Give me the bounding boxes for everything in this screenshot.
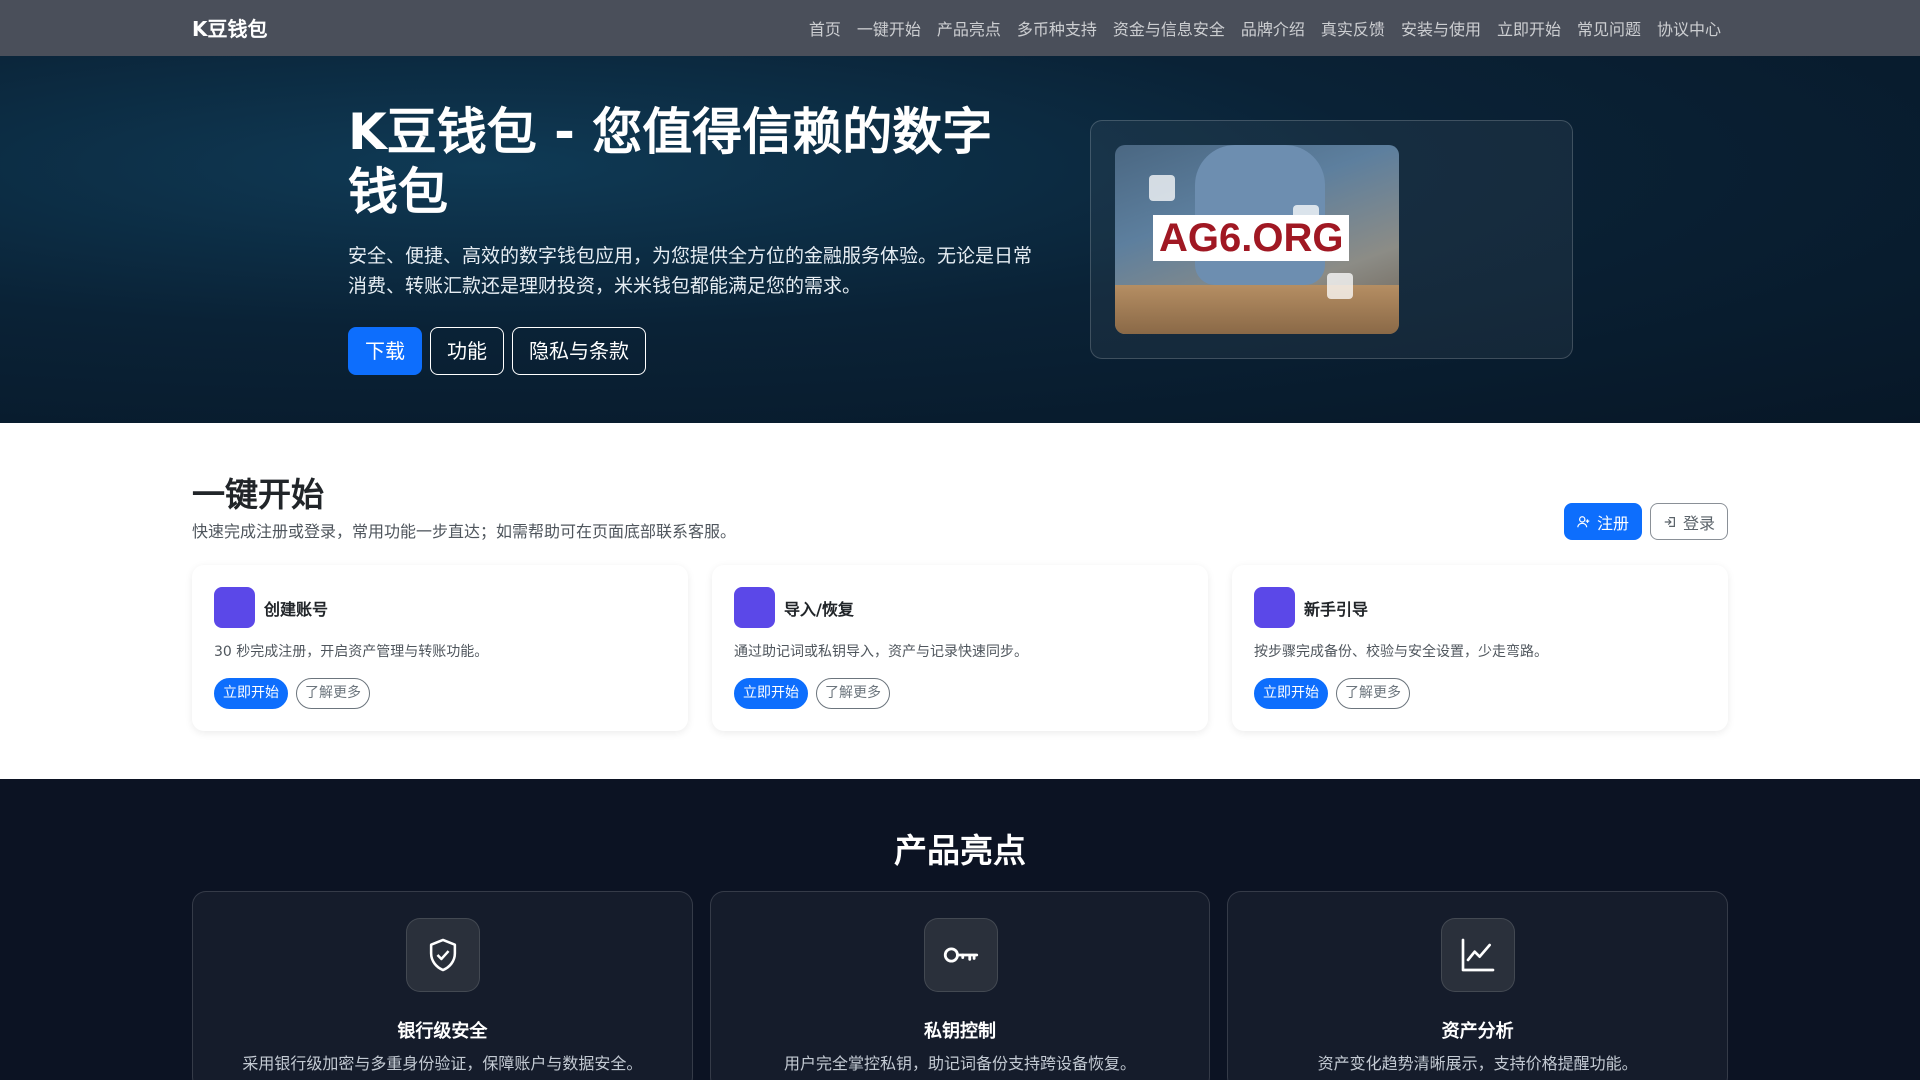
quick-start-section: 一键开始 快速完成注册或登录，常用功能一步直达；如需帮助可在页面底部联系客服。 …: [0, 423, 1920, 779]
card-buttons: 立即开始 了解更多: [734, 678, 890, 709]
hero-image: AG6.ORG: [1115, 145, 1399, 334]
login-icon: [1664, 516, 1675, 527]
start-now-button[interactable]: 立即开始: [734, 678, 808, 709]
nav-link-brand[interactable]: 品牌介绍: [1241, 16, 1305, 40]
nav-link-get-started[interactable]: 立即开始: [1497, 16, 1561, 40]
download-button[interactable]: 下载: [348, 327, 422, 375]
auth-actions: 注册 登录: [1563, 503, 1728, 540]
person-add-icon: [1577, 515, 1590, 527]
privacy-terms-button[interactable]: 隐私与条款: [512, 327, 646, 375]
card-beginner-guide: 新手引导 按步骤完成备份、校验与安全设置，少走弯路。 立即开始 了解更多: [1232, 565, 1728, 731]
card-description: 按步骤完成备份、校验与安全设置，少走弯路。: [1254, 644, 1548, 660]
card-description: 30 秒完成注册，开启资产管理与转账功能。: [214, 644, 489, 660]
hero-subtitle: 安全、便捷、高效的数字钱包应用，为您提供全方位的金融服务体验。无论是日常消费、转…: [348, 245, 1033, 297]
image-watermark: AG6.ORG: [1153, 215, 1350, 261]
highlight-card-private-key: 私钥控制 用户完全掌控私钥，助记词备份支持跨设备恢复。: [709, 891, 1211, 1091]
learn-more-button[interactable]: 了解更多: [816, 678, 890, 709]
card-icon-square: [734, 587, 775, 628]
shield-check-icon: [406, 918, 480, 992]
nav-link-agreements[interactable]: 协议中心: [1657, 16, 1721, 40]
highlights-title: 产品亮点: [894, 831, 1026, 870]
quick-start-subtitle: 快速完成注册或登录，常用功能一步直达；如需帮助可在页面底部联系客服。: [192, 522, 737, 541]
nav-link-faq[interactable]: 常见问题: [1577, 16, 1641, 40]
card-title: 新手引导: [1304, 600, 1369, 619]
learn-more-button[interactable]: 了解更多: [296, 678, 370, 709]
highlight-card-security: 银行级安全 采用银行级加密与多重身份验证，保障账户与数据安全。: [192, 891, 693, 1091]
hero-image-card: AG6.ORG: [1090, 120, 1573, 359]
features-button[interactable]: 功能: [430, 327, 504, 375]
nav-link-security[interactable]: 资金与信息安全: [1113, 16, 1225, 40]
nav-link-multi-currency[interactable]: 多币种支持: [1017, 16, 1097, 40]
card-title: 导入/恢复: [784, 600, 854, 619]
main-nav: 首页 一键开始 产品亮点 多币种支持 资金与信息安全 品牌介绍 真实反馈 安装与…: [809, 0, 1721, 56]
start-now-button[interactable]: 立即开始: [214, 678, 288, 709]
card-import-restore: 导入/恢复 通过助记词或私钥导入，资产与记录快速同步。 立即开始 了解更多: [712, 565, 1208, 731]
hero-buttons: 下载 功能 隐私与条款: [348, 327, 646, 375]
register-button[interactable]: 注册: [1563, 503, 1642, 540]
login-button[interactable]: 登录: [1649, 503, 1728, 540]
highlight-title: 银行级安全: [397, 1021, 488, 1042]
product-highlights-section: 产品亮点 银行级安全 采用银行级加密与多重身份验证，保障账户与数据安全。 私钥控…: [0, 779, 1920, 1091]
highlight-title: 资产分析: [1441, 1021, 1514, 1042]
nav-link-highlights[interactable]: 产品亮点: [937, 16, 1001, 40]
nav-link-install[interactable]: 安装与使用: [1401, 16, 1481, 40]
card-description: 通过助记词或私钥导入，资产与记录快速同步。: [734, 644, 1028, 660]
learn-more-button[interactable]: 了解更多: [1336, 678, 1410, 709]
card-icon-square: [1254, 587, 1295, 628]
top-navbar: K豆钱包 首页 一键开始 产品亮点 多币种支持 资金与信息安全 品牌介绍 真实反…: [0, 0, 1920, 56]
hero-section: K豆钱包 - 您值得信赖的数字钱包 安全、便捷、高效的数字钱包应用，为您提供全方…: [0, 56, 1920, 423]
card-buttons: 立即开始 了解更多: [214, 678, 370, 709]
brand-logo[interactable]: K豆钱包: [192, 13, 268, 42]
hero-title: K豆钱包 - 您值得信赖的数字钱包: [348, 103, 993, 221]
highlight-card-asset-analysis: 资产分析 资产变化趋势清晰展示，支持价格提醒功能。: [1227, 891, 1729, 1091]
highlight-description: 用户完全掌控私钥，助记词备份支持跨设备恢复。: [784, 1054, 1137, 1073]
floating-app-icon: [1327, 273, 1353, 299]
card-icon-square: [214, 587, 255, 628]
highlight-description: 资产变化趋势清晰展示，支持价格提醒功能。: [1317, 1054, 1638, 1073]
login-label: 登录: [1682, 513, 1715, 533]
quick-start-title: 一键开始: [192, 475, 324, 514]
quick-start-cards: 创建账号 30 秒完成注册，开启资产管理与转账功能。 立即开始 了解更多 导入/…: [192, 565, 1728, 731]
key-icon: [923, 918, 998, 992]
line-chart-icon: [1441, 918, 1516, 992]
start-now-button[interactable]: 立即开始: [1254, 678, 1328, 709]
desk-shape: [1115, 285, 1399, 334]
card-create-account: 创建账号 30 秒完成注册，开启资产管理与转账功能。 立即开始 了解更多: [192, 565, 688, 731]
card-title: 创建账号: [264, 600, 329, 619]
nav-link-feedback[interactable]: 真实反馈: [1321, 16, 1385, 40]
nav-link-quick-start[interactable]: 一键开始: [857, 16, 921, 40]
highlight-description: 采用银行级加密与多重身份验证，保障账户与数据安全。: [242, 1054, 643, 1073]
highlight-cards: 银行级安全 采用银行级加密与多重身份验证，保障账户与数据安全。 私钥控制 用户完…: [192, 891, 1729, 1091]
nav-link-home[interactable]: 首页: [809, 16, 841, 40]
highlight-title: 私钥控制: [924, 1021, 996, 1042]
floating-app-icon: [1149, 175, 1175, 201]
card-buttons: 立即开始 了解更多: [1254, 678, 1410, 709]
register-label: 注册: [1596, 513, 1629, 533]
